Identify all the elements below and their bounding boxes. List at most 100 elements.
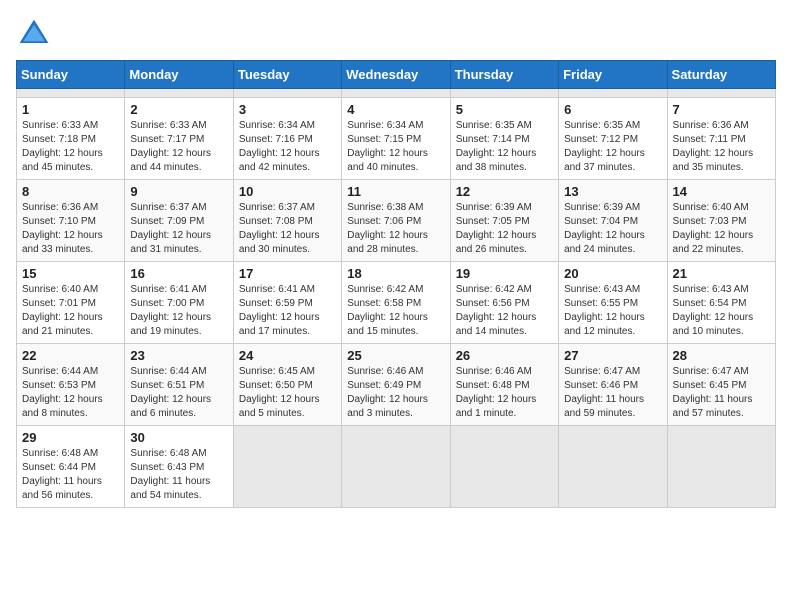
week-row-2: 8 Sunrise: 6:36 AMSunset: 7:10 PMDaylight… [17, 180, 776, 262]
day-info: Sunrise: 6:44 AMSunset: 6:53 PMDaylight:… [22, 365, 119, 421]
header-cell-saturday: Saturday [667, 61, 775, 89]
calendar-body: 1 Sunrise: 6:33 AMSunset: 7:18 PMDaylight… [17, 89, 776, 508]
day-number: 2 [130, 102, 227, 117]
calendar-cell: 11Sunrise: 6:38 AMSunset: 7:06 PMDayligh… [342, 180, 450, 262]
day-number: 20 [564, 266, 661, 281]
calendar-cell [559, 89, 667, 98]
calendar-cell: 10 Sunrise: 6:37 AMSunset: 7:08 PMDayligh… [233, 180, 341, 262]
day-number: 16 [130, 266, 227, 281]
calendar-cell: 13Sunrise: 6:39 AMSunset: 7:04 PMDayligh… [559, 180, 667, 262]
day-info: Sunrise: 6:48 AMSunset: 6:43 PMDaylight:… [130, 447, 227, 503]
calendar-cell [667, 89, 775, 98]
day-info: Sunrise: 6:35 AMSunset: 7:14 PMDaylight:… [456, 119, 553, 175]
day-info: Sunrise: 6:33 AMSunset: 7:17 PMDaylight:… [130, 119, 227, 175]
day-info: Sunrise: 6:42 AMSunset: 6:58 PMDaylight:… [347, 283, 444, 339]
day-number: 3 [239, 102, 336, 117]
calendar-cell: 20Sunrise: 6:43 AMSunset: 6:55 PMDayligh… [559, 262, 667, 344]
day-info: Sunrise: 6:36 AMSunset: 7:10 PMDaylight:… [22, 201, 119, 257]
day-number: 29 [22, 430, 119, 445]
week-row-3: 15 Sunrise: 6:40 AMSunset: 7:01 PMDayligh… [17, 262, 776, 344]
calendar-cell [17, 89, 125, 98]
calendar-cell [450, 89, 558, 98]
day-info: Sunrise: 6:44 AMSunset: 6:51 PMDaylight:… [130, 365, 227, 421]
calendar-cell: 15 Sunrise: 6:40 AMSunset: 7:01 PMDayligh… [17, 262, 125, 344]
header-cell-wednesday: Wednesday [342, 61, 450, 89]
day-number: 10 [239, 184, 336, 199]
day-number: 12 [456, 184, 553, 199]
calendar-cell: 12 Sunrise: 6:39 AMSunset: 7:05 PMDayligh… [450, 180, 558, 262]
page-header [16, 16, 776, 52]
day-number: 6 [564, 102, 661, 117]
header-cell-sunday: Sunday [17, 61, 125, 89]
day-info: Sunrise: 6:37 AMSunset: 7:08 PMDaylight:… [239, 201, 336, 257]
calendar-cell: 14 Sunrise: 6:40 AMSunset: 7:03 PMDayligh… [667, 180, 775, 262]
week-row-1: 1 Sunrise: 6:33 AMSunset: 7:18 PMDaylight… [17, 98, 776, 180]
calendar-cell: 24Sunrise: 6:45 AMSunset: 6:50 PMDayligh… [233, 344, 341, 426]
day-number: 19 [456, 266, 553, 281]
day-number: 22 [22, 348, 119, 363]
day-info: Sunrise: 6:47 AMSunset: 6:45 PMDaylight:… [673, 365, 770, 421]
day-info: Sunrise: 6:48 AMSunset: 6:44 PMDaylight:… [22, 447, 119, 503]
day-info: Sunrise: 6:35 AMSunset: 7:12 PMDaylight:… [564, 119, 661, 175]
calendar-cell: 17Sunrise: 6:41 AMSunset: 6:59 PMDayligh… [233, 262, 341, 344]
calendar-cell [342, 89, 450, 98]
calendar-cell [667, 426, 775, 508]
day-number: 18 [347, 266, 444, 281]
calendar-cell: 7 Sunrise: 6:36 AMSunset: 7:11 PMDaylight… [667, 98, 775, 180]
day-number: 7 [673, 102, 770, 117]
day-number: 25 [347, 348, 444, 363]
day-number: 8 [22, 184, 119, 199]
day-info: Sunrise: 6:47 AMSunset: 6:46 PMDaylight:… [564, 365, 661, 421]
day-info: Sunrise: 6:46 AMSunset: 6:48 PMDaylight:… [456, 365, 553, 421]
day-number: 9 [130, 184, 227, 199]
day-info: Sunrise: 6:41 AMSunset: 7:00 PMDaylight:… [130, 283, 227, 339]
day-info: Sunrise: 6:34 AMSunset: 7:16 PMDaylight:… [239, 119, 336, 175]
header-cell-thursday: Thursday [450, 61, 558, 89]
calendar-cell: 22 Sunrise: 6:44 AMSunset: 6:53 PMDayligh… [17, 344, 125, 426]
calendar-table: SundayMondayTuesdayWednesdayThursdayFrid… [16, 60, 776, 508]
day-info: Sunrise: 6:33 AMSunset: 7:18 PMDaylight:… [22, 119, 119, 175]
calendar-cell: 1 Sunrise: 6:33 AMSunset: 7:18 PMDaylight… [17, 98, 125, 180]
calendar-cell [125, 89, 233, 98]
day-number: 30 [130, 430, 227, 445]
day-info: Sunrise: 6:38 AMSunset: 7:06 PMDaylight:… [347, 201, 444, 257]
calendar-cell: 18 Sunrise: 6:42 AMSunset: 6:58 PMDayligh… [342, 262, 450, 344]
day-number: 13 [564, 184, 661, 199]
day-info: Sunrise: 6:41 AMSunset: 6:59 PMDaylight:… [239, 283, 336, 339]
day-number: 27 [564, 348, 661, 363]
calendar-cell: 30 Sunrise: 6:48 AMSunset: 6:43 PMDayligh… [125, 426, 233, 508]
header-cell-monday: Monday [125, 61, 233, 89]
calendar-header: SundayMondayTuesdayWednesdayThursdayFrid… [17, 61, 776, 89]
day-number: 1 [22, 102, 119, 117]
calendar-cell: 28 Sunrise: 6:47 AMSunset: 6:45 PMDayligh… [667, 344, 775, 426]
day-info: Sunrise: 6:40 AMSunset: 7:01 PMDaylight:… [22, 283, 119, 339]
day-number: 21 [673, 266, 770, 281]
day-number: 26 [456, 348, 553, 363]
calendar-cell: 4Sunrise: 6:34 AMSunset: 7:15 PMDaylight… [342, 98, 450, 180]
logo-icon [16, 16, 52, 52]
day-number: 15 [22, 266, 119, 281]
day-number: 28 [673, 348, 770, 363]
calendar-cell [450, 426, 558, 508]
day-info: Sunrise: 6:46 AMSunset: 6:49 PMDaylight:… [347, 365, 444, 421]
day-info: Sunrise: 6:36 AMSunset: 7:11 PMDaylight:… [673, 119, 770, 175]
header-cell-friday: Friday [559, 61, 667, 89]
calendar-cell: 6 Sunrise: 6:35 AMSunset: 7:12 PMDaylight… [559, 98, 667, 180]
calendar-cell: 26 Sunrise: 6:46 AMSunset: 6:48 PMDayligh… [450, 344, 558, 426]
calendar-cell: 16 Sunrise: 6:41 AMSunset: 7:00 PMDayligh… [125, 262, 233, 344]
day-info: Sunrise: 6:40 AMSunset: 7:03 PMDaylight:… [673, 201, 770, 257]
day-info: Sunrise: 6:45 AMSunset: 6:50 PMDaylight:… [239, 365, 336, 421]
day-number: 4 [347, 102, 444, 117]
day-info: Sunrise: 6:43 AMSunset: 6:54 PMDaylight:… [673, 283, 770, 339]
day-info: Sunrise: 6:42 AMSunset: 6:56 PMDaylight:… [456, 283, 553, 339]
calendar-cell: 23 Sunrise: 6:44 AMSunset: 6:51 PMDayligh… [125, 344, 233, 426]
calendar-cell [559, 426, 667, 508]
calendar-cell: 29 Sunrise: 6:48 AMSunset: 6:44 PMDayligh… [17, 426, 125, 508]
calendar-cell: 5Sunrise: 6:35 AMSunset: 7:14 PMDaylight… [450, 98, 558, 180]
day-number: 14 [673, 184, 770, 199]
calendar-cell: 27 Sunrise: 6:47 AMSunset: 6:46 PMDayligh… [559, 344, 667, 426]
calendar-cell: 3 Sunrise: 6:34 AMSunset: 7:16 PMDaylight… [233, 98, 341, 180]
day-number: 23 [130, 348, 227, 363]
week-row-4: 22 Sunrise: 6:44 AMSunset: 6:53 PMDayligh… [17, 344, 776, 426]
day-info: Sunrise: 6:39 AMSunset: 7:05 PMDaylight:… [456, 201, 553, 257]
